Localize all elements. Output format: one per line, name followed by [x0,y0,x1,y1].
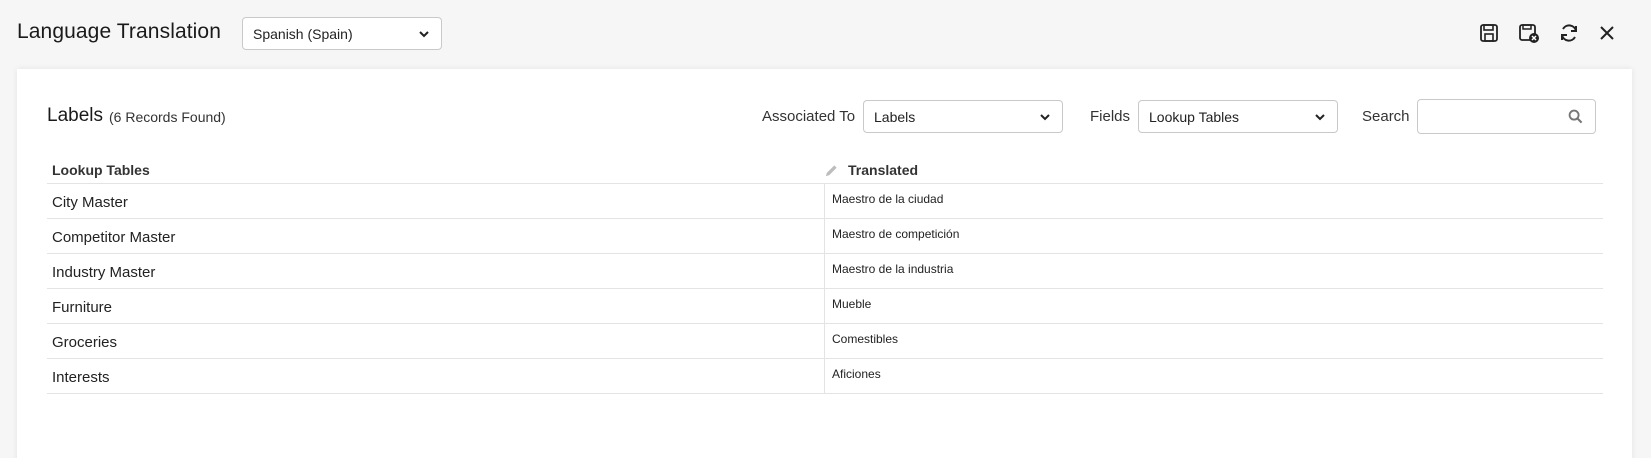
associated-to-label: Associated To [762,108,856,125]
column-header-lookup-tables[interactable]: Lookup Tables [52,162,150,178]
fields-value: Lookup Tables [1149,108,1240,125]
translated-cell[interactable]: Mueble [824,289,1603,324]
table-row[interactable]: Competitor Master Maestro de competición [47,219,1603,254]
translation-grid: Lookup Tables Translated City Master Maes… [47,156,1603,394]
fields-label: Fields [1090,108,1131,125]
chevron-down-icon [419,30,429,37]
save-button[interactable] [1476,20,1502,46]
close-icon [1600,26,1614,40]
table-row[interactable]: Furniture Mueble [47,289,1603,324]
column-header-translated-label: Translated [848,162,919,178]
translated-cell[interactable]: Aficiones [824,359,1603,394]
lookup-table-cell: City Master [52,194,128,211]
search-input[interactable] [1418,100,1558,133]
grid-header: Lookup Tables Translated [47,156,1603,184]
column-header-translated[interactable]: Translated [824,162,918,178]
save-and-close-icon [1519,24,1539,43]
fields-select[interactable]: Lookup Tables [1138,100,1338,133]
page-title: Language Translation [17,20,221,43]
lookup-table-cell: Furniture [52,299,113,316]
table-row[interactable]: City Master Maestro de la ciudad [47,184,1603,219]
table-row[interactable]: Interests Aficiones [47,359,1603,394]
section-title: Labels [47,105,103,126]
lookup-table-cell: Competitor Master [52,229,176,246]
save-icon [1480,24,1498,42]
translated-cell[interactable]: Maestro de la ciudad [824,184,1603,219]
record-count: (6 Records Found) [109,109,226,125]
associated-to-select[interactable]: Labels [863,100,1063,133]
refresh-icon [1561,24,1577,42]
translated-cell[interactable]: Comestibles [824,324,1603,359]
top-bar: Language Translation Spanish (Spain) [0,0,1651,68]
grid-body: City Master Maestro de la ciudad Competito… [47,184,1603,394]
translated-cell[interactable]: Maestro de la industria [824,254,1603,289]
table-row[interactable]: Groceries Comestibles [47,324,1603,359]
pencil-icon [825,164,837,176]
chevron-down-icon [1315,113,1325,120]
close-button[interactable] [1594,20,1620,46]
search-label: Search [1362,108,1410,125]
save-and-close-button[interactable] [1516,20,1542,46]
associated-to-value: Labels [874,108,916,125]
lookup-table-cell: Interests [52,369,110,386]
language-select[interactable]: Spanish (Spain) [242,17,442,50]
lookup-table-cell: Groceries [52,334,118,351]
table-row[interactable]: Industry Master Maestro de la industria [47,254,1603,289]
refresh-button[interactable] [1556,20,1582,46]
chevron-down-icon [1040,113,1050,120]
search-box [1417,99,1596,134]
search-icon[interactable] [1568,109,1583,124]
lookup-table-cell: Industry Master [52,264,156,281]
language-select-value: Spanish (Spain) [253,25,353,42]
translated-cell[interactable]: Maestro de competición [824,219,1603,254]
